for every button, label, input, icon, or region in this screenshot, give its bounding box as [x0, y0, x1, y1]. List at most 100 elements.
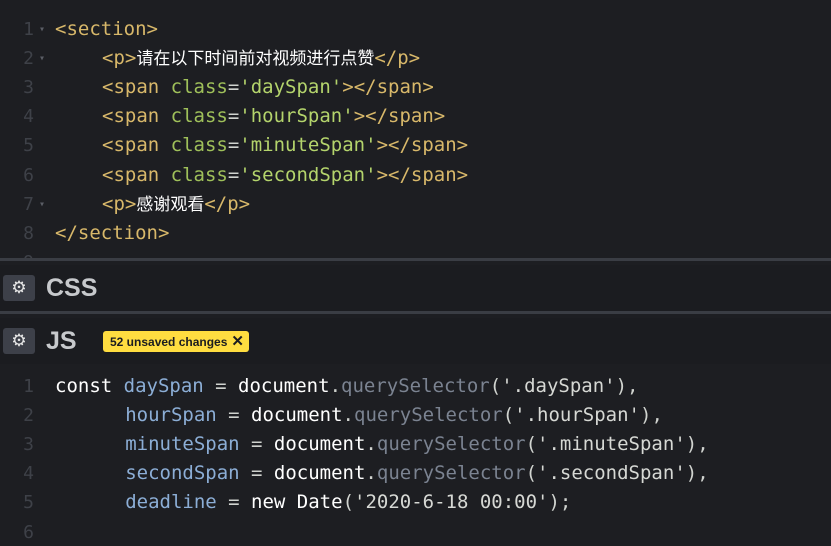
line-number: 9	[0, 248, 34, 258]
code-token: ></span>	[342, 76, 434, 99]
code-token: (	[342, 491, 355, 514]
code-token: ),	[685, 462, 709, 485]
code-text: <span class='minuteSpan'></span>	[102, 131, 468, 160]
code-token: =	[227, 134, 240, 157]
line-number: 4	[23, 463, 34, 485]
code-token: querySelector	[341, 375, 490, 397]
code-token: </p>	[374, 47, 421, 70]
code-token: <p>	[102, 47, 137, 70]
code-token: '.hourSpan'	[514, 404, 641, 427]
js-panel-title: JS	[46, 327, 77, 355]
js-editor-pane[interactable]: 1 const daySpan = document.querySelector(…	[0, 364, 831, 546]
code-token: hourSpan	[125, 404, 217, 427]
line-number: 6	[23, 521, 34, 543]
pane-divider[interactable]	[0, 258, 831, 261]
code-token: document	[251, 404, 343, 427]
code-line[interactable]: 1 const daySpan = document.querySelector(…	[0, 372, 831, 401]
code-token: (	[502, 404, 515, 427]
code-line[interactable]: 7 ▾ <p>感谢观看</p>	[0, 190, 831, 219]
code-line[interactable]: 9	[0, 248, 831, 258]
code-token: 请在以下时间前对视频进行点赞	[136, 49, 375, 70]
code-token: class	[170, 105, 228, 128]
code-token: =	[203, 375, 239, 397]
code-token: Date	[296, 491, 343, 514]
html-editor-pane[interactable]: 1 ▾ <section> 2 ▾ <p>请在以下时间前对视频进行点赞</p> 3 <span…	[0, 0, 831, 258]
code-token: </section>	[55, 221, 170, 244]
code-text: <section>	[55, 15, 158, 44]
pane-divider[interactable]	[0, 311, 831, 314]
code-token: ></span>	[353, 105, 446, 128]
line-number: 1	[23, 19, 34, 40]
code-token: =	[227, 76, 240, 99]
code-text: <span class='secondSpan'></span>	[102, 161, 468, 190]
fold-arrow-icon[interactable]: ▾	[37, 190, 47, 219]
code-token: querySelector	[376, 433, 526, 456]
code-token: );	[548, 491, 572, 514]
code-token: =	[216, 491, 252, 514]
code-text: <span class='hourSpan'></span>	[102, 102, 445, 131]
line-number: 1	[23, 376, 34, 397]
code-token: '.secondSpan'	[537, 462, 686, 485]
fold-arrow-icon[interactable]: ▾	[37, 44, 47, 73]
code-token: .	[329, 375, 342, 397]
code-token: querySelector	[354, 404, 503, 427]
code-line[interactable]: 3 <span class='daySpan'></span>	[0, 73, 831, 102]
code-token: <span	[102, 134, 171, 157]
code-token: =	[239, 433, 274, 456]
code-token: =	[227, 163, 240, 186]
code-token: querySelector	[376, 462, 526, 485]
code-line[interactable]: 2 hourSpan = document.querySelector('.hou…	[0, 401, 831, 430]
code-line[interactable]: 3 minuteSpan = document.querySelector('.m…	[0, 430, 831, 459]
code-token: <span	[102, 76, 171, 99]
css-panel-header[interactable]: ⚙ CSS	[0, 265, 831, 311]
code-line[interactable]: 4 secondSpan = document.querySelector('.s…	[0, 459, 831, 488]
code-token: 'daySpan'	[239, 76, 343, 99]
line-number: 8	[23, 222, 34, 244]
code-text: const daySpan = document.querySelector('…	[55, 372, 638, 401]
line-number: 5	[23, 135, 34, 157]
code-line[interactable]: 6 <span class='secondSpan'></span>	[0, 161, 831, 190]
code-line[interactable]: 1 ▾ <section>	[0, 15, 831, 44]
code-text: <p>请在以下时间前对视频进行点赞</p>	[102, 44, 420, 73]
code-line[interactable]: 8 </section>	[0, 219, 831, 248]
code-token: '.minuteSpan'	[537, 433, 686, 456]
js-settings-gear-icon[interactable]: ⚙	[3, 328, 35, 354]
code-token: secondSpan	[125, 462, 240, 485]
code-token: deadline	[125, 491, 217, 514]
code-token: .	[342, 404, 354, 427]
js-panel-header[interactable]: ⚙ JS 52 unsaved changes ✕	[0, 318, 831, 364]
close-icon[interactable]: ✕	[231, 333, 244, 350]
code-token: ),	[640, 404, 663, 427]
unsaved-changes-label: 52 unsaved changes	[110, 335, 228, 349]
code-token: ),	[615, 375, 639, 397]
code-line[interactable]: 4 <span class='hourSpan'></span>	[0, 102, 831, 131]
code-token: (	[525, 433, 538, 456]
code-line[interactable]: 5 deadline = new Date('2020-6-18 00:00');	[0, 488, 831, 517]
unsaved-changes-badge[interactable]: 52 unsaved changes ✕	[103, 331, 249, 352]
code-token: class	[170, 134, 228, 157]
code-line[interactable]: 5 <span class='minuteSpan'></span>	[0, 131, 831, 160]
code-line[interactable]: 6	[0, 518, 831, 546]
code-text: deadline = new Date('2020-6-18 00:00');	[125, 488, 571, 517]
fold-arrow-icon[interactable]: ▾	[37, 15, 47, 44]
code-token: document	[273, 433, 366, 456]
code-token: document	[238, 375, 330, 397]
code-token: minuteSpan	[125, 433, 240, 456]
code-token: (	[489, 375, 502, 397]
code-token: 感谢观看	[136, 194, 205, 215]
code-token: .	[365, 462, 377, 485]
code-text: secondSpan = document.querySelector('.se…	[125, 459, 708, 488]
code-token: =	[216, 404, 252, 427]
line-number: 3	[23, 77, 34, 99]
code-token: </p>	[204, 192, 251, 215]
code-editor: 1 ▾ <section> 2 ▾ <p>请在以下时间前对视频进行点赞</p> 3 <span…	[0, 0, 831, 546]
code-token: '2020-6-18 00:00'	[354, 491, 549, 514]
line-number: 3	[23, 434, 34, 456]
code-token: =	[239, 462, 274, 485]
code-token: ></span>	[376, 163, 469, 186]
code-token: .	[365, 433, 377, 456]
code-text: <p>感谢观看</p>	[102, 190, 250, 219]
code-line[interactable]: 2 ▾ <p>请在以下时间前对视频进行点赞</p>	[0, 44, 831, 73]
css-settings-gear-icon[interactable]: ⚙	[3, 275, 35, 301]
code-token: '.daySpan'	[501, 375, 616, 397]
